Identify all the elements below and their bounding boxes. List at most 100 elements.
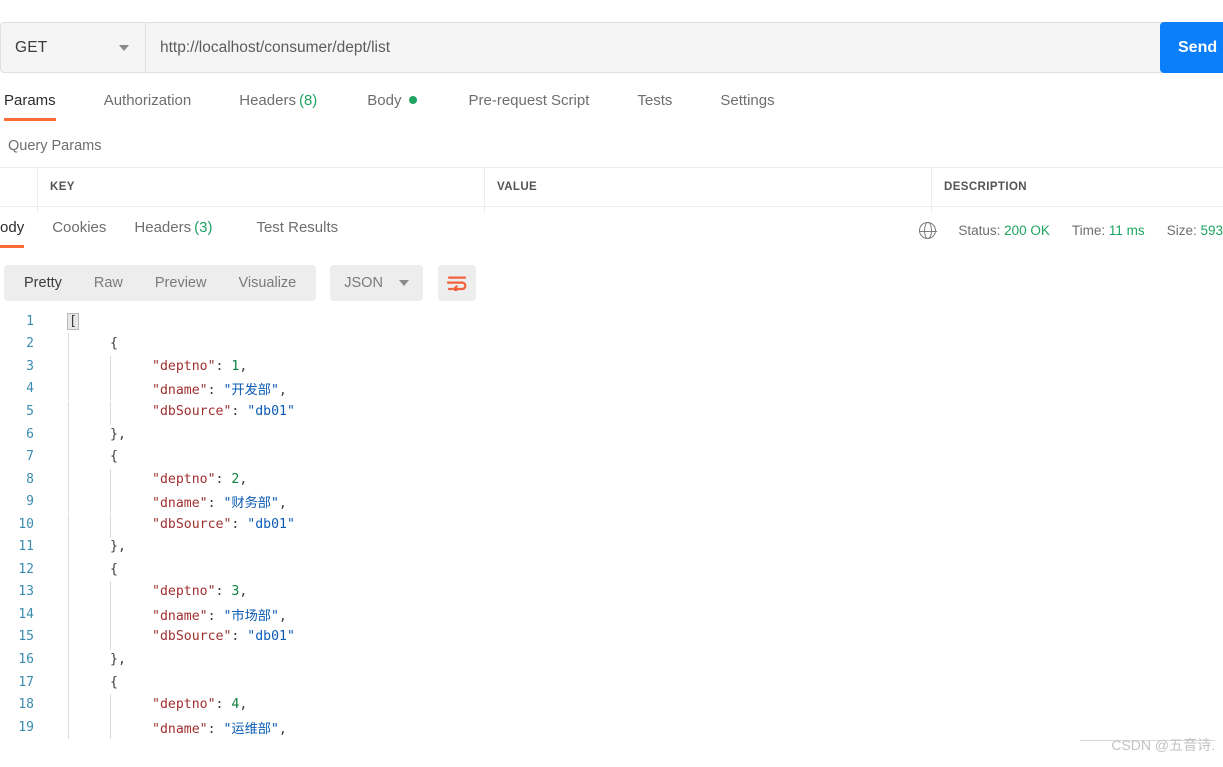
time-label: Time: 11 ms [1072, 223, 1145, 238]
request-tab-headers[interactable]: Headers (8) [239, 90, 317, 121]
request-tab-tests[interactable]: Tests [637, 90, 672, 121]
response-format-select[interactable]: JSON [330, 265, 423, 301]
code-line: 1[ [0, 310, 1223, 333]
column-header-description: DESCRIPTION [944, 181, 1027, 193]
query-params-table-header: KEY VALUE DESCRIPTION [0, 167, 1223, 207]
code-tokens: "deptno": 1, [68, 359, 247, 374]
tab-label: Pre-request Script [468, 92, 590, 109]
line-number: 8 [26, 471, 34, 487]
line-number: 3 [26, 358, 34, 374]
code-token: }, [110, 651, 126, 667]
code-text: "dname": "市场部", [46, 601, 1223, 626]
indent-guide [110, 400, 111, 425]
code-text: "dbSource": "db01" [46, 513, 1223, 538]
indent-guide [68, 626, 69, 651]
view-mode-preview[interactable]: Preview [139, 265, 223, 301]
size-value: 593 [1200, 223, 1223, 238]
query-params-empty-row[interactable] [0, 207, 1223, 213]
code-token: : [207, 608, 224, 624]
indent-guide [68, 423, 69, 448]
code-token: "运维部" [223, 721, 279, 737]
request-tab-body[interactable]: Body [367, 90, 417, 121]
globe-icon [918, 221, 937, 240]
code-token: : [231, 516, 248, 532]
response-tab-body[interactable]: Body [0, 217, 25, 248]
indent-guide [68, 601, 69, 626]
indent-guide [110, 513, 111, 538]
code-token: "dname" [152, 721, 208, 737]
select-all-checkbox-cell[interactable] [0, 168, 38, 206]
response-format-label: JSON [344, 275, 383, 291]
code-token: "dname" [152, 383, 208, 399]
request-tab-pre-request-script[interactable]: Pre-request Script [469, 90, 590, 121]
code-token: "dbSource" [152, 629, 232, 645]
response-body-code[interactable]: 1[2{3 "deptno": 1, 4 "dname": "开发部", 5 "dbSou… [0, 310, 1223, 767]
code-line: 5 "dbSource": "db01" [0, 400, 1223, 425]
query-params-label: Query Params [8, 138, 102, 154]
code-line: 6}, [0, 423, 1223, 448]
code-tokens: "deptno": 4, [68, 697, 247, 712]
code-text: }, [46, 536, 1223, 561]
column-header-value: VALUE [485, 168, 932, 206]
view-mode-pretty[interactable]: Pretty [8, 265, 78, 301]
code-text: "dname": "运维部", [46, 714, 1223, 739]
indent-guide [68, 513, 69, 538]
word-wrap-button[interactable] [437, 265, 476, 301]
line-number: 5 [26, 403, 34, 419]
postman-window: GET http://localhost/consumer/dept/list … [0, 0, 1223, 767]
tab-label: Body [367, 92, 402, 109]
response-meta: Status: 200 OK Time: 11 ms Size: 593 [918, 221, 1223, 240]
code-text: "deptno": 2, [46, 468, 1223, 493]
tab-count-badge: (8) [298, 92, 318, 109]
body-present-dot-icon [408, 96, 417, 104]
url-input[interactable]: http://localhost/consumer/dept/list [146, 22, 1223, 73]
code-line: 11}, [0, 535, 1223, 561]
code-token: "dname" [152, 608, 208, 624]
code-tokens: "dbSource": "db01" [68, 404, 295, 419]
code-token: "财务部" [223, 496, 279, 512]
code-tokens: "dname": "开发部", [68, 383, 287, 398]
code-token: "db01" [247, 403, 295, 419]
code-tokens: "dname": "运维部", [68, 722, 287, 737]
tab-label: Test Results [256, 219, 339, 236]
tab-count-badge: (3) [194, 219, 213, 236]
indent-guide [110, 626, 111, 651]
response-tab-headers[interactable]: Headers (3) [134, 217, 212, 248]
code-token: , [278, 608, 287, 624]
send-button[interactable]: Send [1160, 22, 1223, 73]
code-token: }, [110, 426, 126, 442]
indent-guide [110, 601, 111, 626]
code-token: , [278, 383, 287, 399]
line-number: 17 [18, 674, 34, 690]
line-number: 14 [18, 606, 34, 622]
http-method-select[interactable]: GET [0, 22, 146, 73]
tab-label: Authorization [103, 92, 192, 109]
code-line: 3 "deptno": 1, [0, 355, 1223, 380]
code-tokens: "dbSource": "db01" [68, 629, 295, 644]
response-tab-test-results[interactable]: Test Results [256, 217, 338, 248]
response-view-toolbar: Pretty Raw Preview Visualize JSON [4, 265, 476, 301]
code-line: 15 "dbSource": "db01" [0, 626, 1223, 651]
indent-guide [110, 376, 111, 401]
line-number: 4 [26, 381, 34, 397]
response-tab-cookies[interactable]: Cookies [52, 217, 106, 248]
tab-label: Headers [239, 92, 296, 109]
code-tokens: "dname": "市场部", [68, 609, 287, 624]
code-token: : [231, 403, 248, 419]
request-tab-params[interactable]: Params [4, 90, 56, 121]
view-mode-raw[interactable]: Raw [78, 265, 139, 301]
code-token: { [110, 561, 118, 577]
line-number: 19 [18, 719, 34, 735]
request-tab-settings[interactable]: Settings [720, 90, 774, 121]
active-tab-underline [4, 118, 56, 121]
view-mode-visualize[interactable]: Visualize [222, 265, 312, 301]
code-token: "dbSource" [152, 403, 232, 419]
code-tokens: { [68, 449, 118, 464]
code-text: "deptno": 1, [46, 355, 1223, 380]
code-token: , [239, 584, 248, 600]
request-tab-authorization[interactable]: Authorization [104, 90, 192, 121]
line-number: 9 [26, 494, 34, 510]
tab-label: Cookies [52, 219, 107, 236]
code-text: "dbSource": "db01" [46, 400, 1223, 425]
code-tokens: { [68, 562, 118, 577]
